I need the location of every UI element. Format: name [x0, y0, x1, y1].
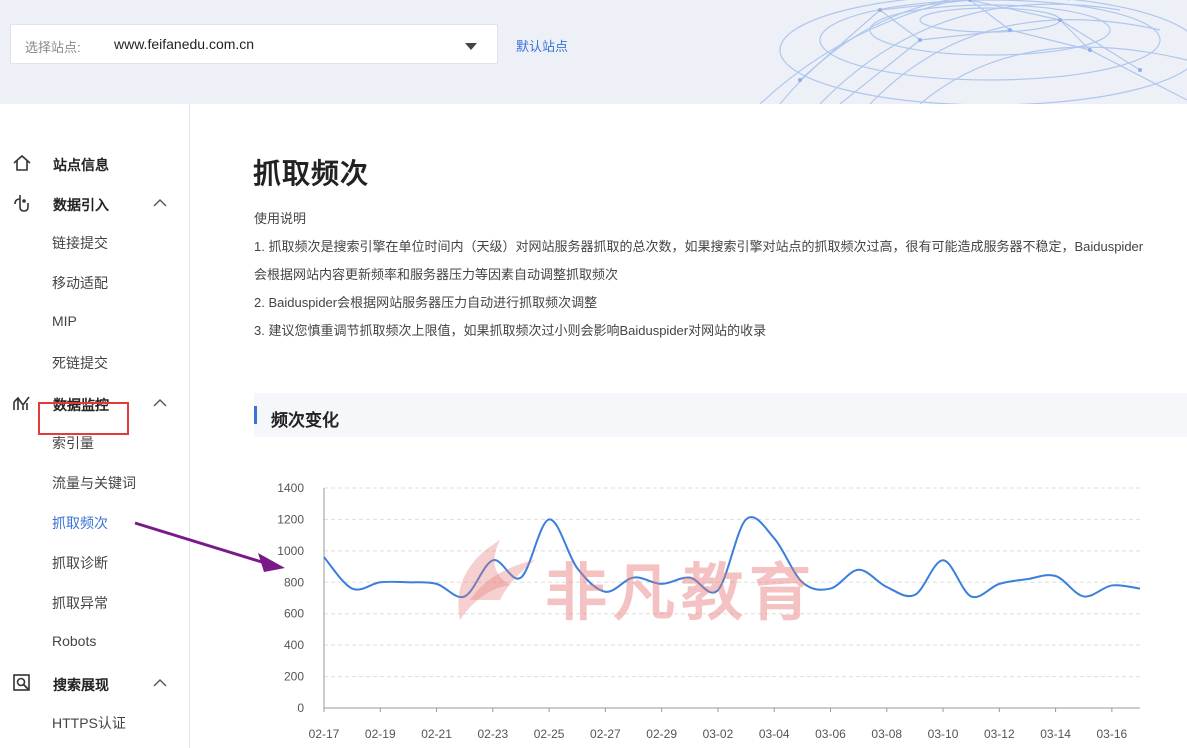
x-tick-label: 03-02: [703, 727, 734, 741]
watermark-text: 非凡教育: [545, 559, 818, 628]
y-tick-label: 1400: [277, 481, 304, 495]
active-item-highlight: [38, 402, 129, 435]
search-display-icon: [13, 674, 30, 691]
x-tick-label: 02-19: [365, 727, 396, 741]
usage-line-3: 2. Baiduspider会根据网站服务器压力自动进行抓取频次调整: [254, 295, 598, 310]
usage-line-1: 1. 抓取频次是搜索引擎在单位时间内（天级）对网站服务器抓取的总次数，如果搜索引…: [254, 239, 1144, 254]
usage-line-4: 3. 建议您慎重调节抓取频次上限值，如果抓取频次过小则会影响Baiduspide…: [254, 323, 767, 338]
section-accent-bar: [254, 406, 257, 424]
sidebar-item-mip[interactable]: MIP: [52, 313, 77, 329]
x-tick-label: 03-10: [928, 727, 959, 741]
chevron-up-icon[interactable]: [152, 397, 168, 409]
data-import-icon: [14, 195, 29, 212]
y-tick-label: 0: [297, 701, 304, 715]
sidebar-item-mobile-adapt[interactable]: 移动适配: [52, 273, 108, 293]
sidebar-item-robots[interactable]: Robots: [52, 633, 96, 649]
x-tick-label: 03-08: [871, 727, 902, 741]
home-icon: [13, 154, 31, 171]
page-title: 抓取频次: [253, 158, 370, 189]
sidebar-item-crawl-diagnosis[interactable]: 抓取诊断: [52, 553, 108, 573]
y-tick-label: 1200: [277, 512, 304, 526]
sidebar-section-label: 数据引入: [53, 197, 109, 213]
sidebar-section-data-import[interactable]: 数据引入: [0, 188, 189, 218]
sidebar-item-link-submit[interactable]: 链接提交: [52, 233, 108, 253]
chevron-up-icon[interactable]: [152, 677, 168, 689]
section-title: 频次变化: [271, 411, 339, 430]
site-select-label: 选择站点:: [25, 40, 81, 55]
sidebar-section-label: 站点信息: [53, 157, 109, 173]
x-tick-label: 03-06: [815, 727, 846, 741]
y-tick-label: 400: [284, 638, 304, 652]
caret-down-icon[interactable]: [465, 43, 477, 50]
sidebar-item-https[interactable]: HTTPS认证: [52, 713, 126, 733]
sidebar-item-index[interactable]: 索引量: [52, 433, 94, 453]
default-site-link[interactable]: 默认站点: [516, 36, 568, 55]
sidebar-item-traffic-keywords[interactable]: 流量与关键词: [52, 473, 136, 493]
globe-decoration: [759, 0, 1187, 104]
y-tick-label: 200: [284, 670, 304, 684]
x-tick-label: 02-27: [590, 727, 621, 741]
sidebar-item-dead-link[interactable]: 死链提交: [52, 353, 108, 373]
site-select[interactable]: 选择站点: www.feifanedu.com.cn: [10, 24, 498, 64]
x-tick-label: 02-29: [646, 727, 677, 741]
site-select-value: www.feifanedu.com.cn: [114, 36, 255, 52]
usage-title: 使用说明: [254, 211, 307, 226]
sidebar-item-crawl-errors[interactable]: 抓取异常: [52, 593, 108, 613]
top-bar: 选择站点: www.feifanedu.com.cn 默认站点: [0, 0, 1187, 104]
sidebar-section-search-display[interactable]: 搜索展现: [0, 668, 189, 698]
y-tick-label: 1000: [277, 544, 304, 558]
sidebar-item-crawl-frequency[interactable]: 抓取频次: [52, 513, 108, 533]
y-tick-label: 600: [284, 607, 304, 621]
usage-line-2: 会根据网站内容更新频率和服务器压力等因素自动调整抓取频次: [254, 267, 619, 282]
x-tick-label: 03-12: [984, 727, 1015, 741]
sidebar-section-label: 搜索展现: [53, 677, 109, 693]
x-tick-label: 02-17: [309, 727, 340, 741]
section-header: 频次变化: [254, 393, 1187, 437]
monitor-icon: [13, 396, 30, 410]
y-tick-label: 800: [284, 575, 304, 589]
x-tick-label: 03-16: [1097, 727, 1128, 741]
x-tick-label: 03-14: [1040, 727, 1071, 741]
x-tick-label: 03-04: [759, 727, 790, 741]
x-tick-label: 02-25: [534, 727, 565, 741]
x-tick-label: 02-21: [421, 727, 452, 741]
x-tick-label: 02-23: [477, 727, 508, 741]
sidebar-section-site-info[interactable]: 站点信息: [0, 148, 189, 178]
chevron-up-icon[interactable]: [152, 197, 168, 209]
